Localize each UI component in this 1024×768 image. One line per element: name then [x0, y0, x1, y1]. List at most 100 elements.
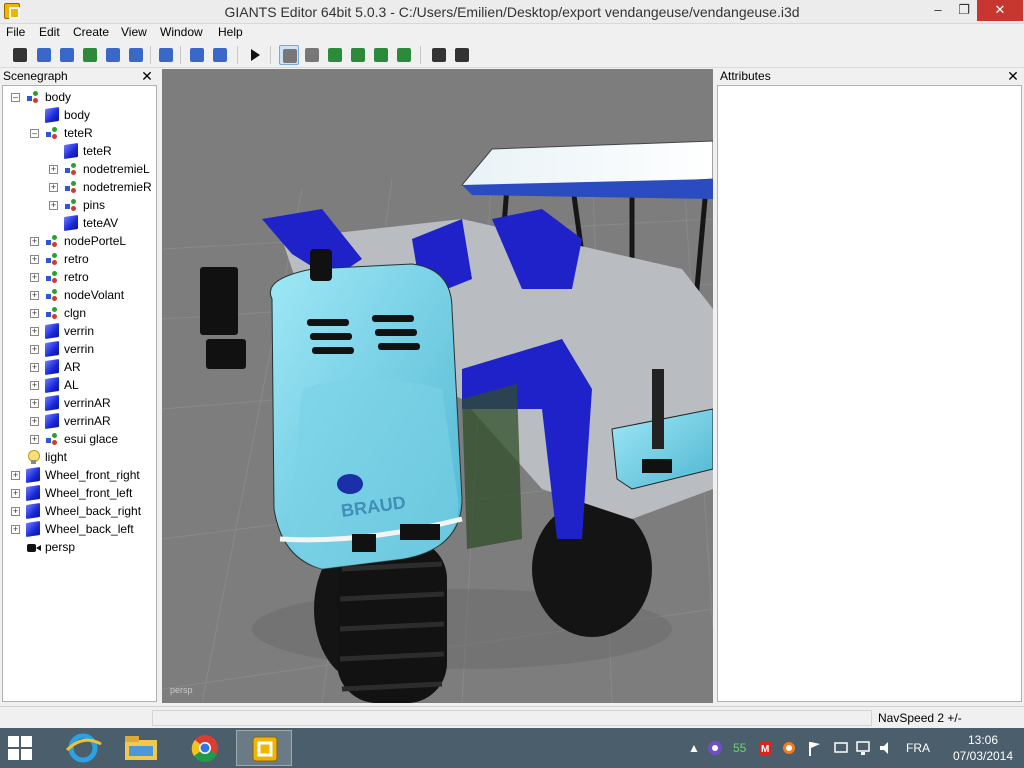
expand-icon[interactable]: + [30, 255, 39, 264]
terrain-paint-icon[interactable] [348, 45, 368, 65]
expand-icon[interactable]: + [30, 291, 39, 300]
refresh-icon[interactable] [80, 45, 100, 65]
tree-node[interactable]: persp [3, 538, 156, 556]
menu-window[interactable]: Window [160, 25, 203, 39]
attributes-panel[interactable] [717, 85, 1022, 702]
tree-node[interactable]: + Wheel_front_left [3, 484, 156, 502]
foliage-icon[interactable] [371, 45, 391, 65]
scenegraph-tree[interactable]: – body body – teteR teteR + nodetremieL + nodetre… [2, 85, 157, 702]
expand-icon[interactable]: + [30, 345, 39, 354]
tree-node[interactable]: teteR [3, 142, 156, 160]
expand-icon[interactable]: + [49, 201, 58, 210]
tray-app-icon[interactable] [707, 738, 723, 758]
tray-counter[interactable]: 55 [733, 738, 746, 758]
mcafee-icon[interactable]: M [758, 738, 772, 758]
internet-explorer-icon[interactable] [55, 730, 111, 766]
expand-icon[interactable]: + [30, 273, 39, 282]
undo-icon[interactable] [187, 45, 207, 65]
tree-node[interactable]: + Wheel_back_right [3, 502, 156, 520]
scenegraph-close-icon[interactable]: ✕ [140, 68, 154, 84]
expand-icon[interactable]: + [11, 489, 20, 498]
new-icon[interactable] [10, 45, 30, 65]
group-icon [64, 180, 78, 194]
tree-node[interactable]: body [3, 106, 156, 124]
windows-start-icon[interactable] [8, 736, 32, 760]
save-as-icon[interactable] [126, 45, 146, 65]
tree-node[interactable]: + pins [3, 196, 156, 214]
chrome-icon[interactable] [177, 730, 233, 766]
expand-icon[interactable]: + [30, 327, 39, 336]
tree-node[interactable]: + nodetremieR [3, 178, 156, 196]
tree-node[interactable]: + verrin [3, 340, 156, 358]
menu-create[interactable]: Create [73, 25, 109, 39]
tree-node[interactable]: + Wheel_back_left [3, 520, 156, 538]
open-icon[interactable] [34, 45, 54, 65]
grass-icon[interactable] [394, 45, 414, 65]
tree-node[interactable]: + esui glace [3, 430, 156, 448]
group-icon [64, 198, 78, 212]
expand-icon[interactable]: + [30, 237, 39, 246]
expand-icon[interactable]: + [30, 309, 39, 318]
tray-window-icon[interactable] [833, 738, 849, 758]
maximize-button[interactable]: ❐ [950, 0, 978, 21]
volume-icon[interactable] [878, 738, 894, 758]
menu-view[interactable]: View [121, 25, 147, 39]
tree-node[interactable]: light [3, 448, 156, 466]
expand-icon[interactable]: + [11, 525, 20, 534]
tree-node[interactable]: – body [3, 88, 156, 106]
tree-node[interactable]: + retro [3, 268, 156, 286]
tree-node[interactable]: + verrin [3, 322, 156, 340]
sync-icon[interactable] [782, 738, 796, 758]
3d-viewport[interactable]: BRAUD persp [162, 69, 713, 703]
tree-node[interactable]: – teteR [3, 124, 156, 142]
menu-help[interactable]: Help [218, 25, 243, 39]
select-icon[interactable] [279, 45, 299, 65]
group-icon [45, 270, 59, 284]
tree-node[interactable]: + Wheel_front_right [3, 466, 156, 484]
tree-node[interactable]: + AR [3, 358, 156, 376]
expand-icon[interactable]: + [30, 381, 39, 390]
input-language[interactable]: FRA [906, 738, 930, 758]
system-clock[interactable]: 13:06 07/03/2014 [946, 732, 1020, 764]
expand-icon[interactable]: + [30, 399, 39, 408]
tree-node[interactable]: + nodetremieL [3, 160, 156, 178]
tree-node[interactable]: teteAV [3, 214, 156, 232]
menu-file[interactable]: File [6, 25, 25, 39]
terrain-sculpt-icon[interactable] [325, 45, 345, 65]
tree-node[interactable]: + retro [3, 250, 156, 268]
giants-editor-icon[interactable] [236, 730, 292, 766]
import-icon[interactable] [57, 45, 77, 65]
tree-node[interactable]: + verrinAR [3, 412, 156, 430]
show-hidden-icons-icon[interactable]: ▲ [688, 738, 700, 758]
collapse-icon[interactable]: – [11, 93, 20, 102]
close-button[interactable]: ✕ [977, 0, 1023, 21]
tree-node[interactable]: + clgn [3, 304, 156, 322]
redo-icon[interactable] [210, 45, 230, 65]
expand-icon[interactable]: + [49, 183, 58, 192]
tree-node-label: pins [83, 198, 106, 212]
collapse-icon[interactable]: – [30, 129, 39, 138]
expand-icon[interactable]: + [30, 363, 39, 372]
file-explorer-icon[interactable] [113, 730, 169, 766]
expand-icon[interactable]: + [30, 417, 39, 426]
menu-edit[interactable]: Edit [39, 25, 60, 39]
expand-icon[interactable]: + [49, 165, 58, 174]
checker-settings-icon[interactable] [452, 45, 472, 65]
tree-node[interactable]: + nodeVolant [3, 286, 156, 304]
expand-icon[interactable]: + [30, 435, 39, 444]
save-icon[interactable] [103, 45, 123, 65]
magnet-icon[interactable] [302, 45, 322, 65]
checker-icon[interactable] [429, 45, 449, 65]
scenegraph-header: Scenegraph ✕ [0, 68, 160, 85]
network-icon[interactable] [855, 738, 871, 758]
export-icon[interactable] [156, 45, 176, 65]
expand-icon[interactable]: + [11, 471, 20, 480]
attributes-close-icon[interactable]: ✕ [1006, 68, 1020, 84]
play-icon[interactable] [245, 45, 265, 65]
expand-icon[interactable]: + [11, 507, 20, 516]
tree-node[interactable]: + AL [3, 376, 156, 394]
tree-node[interactable]: + verrinAR [3, 394, 156, 412]
minimize-button[interactable]: – [924, 0, 952, 21]
action-center-flag-icon[interactable] [806, 738, 822, 758]
tree-node[interactable]: + nodePorteL [3, 232, 156, 250]
